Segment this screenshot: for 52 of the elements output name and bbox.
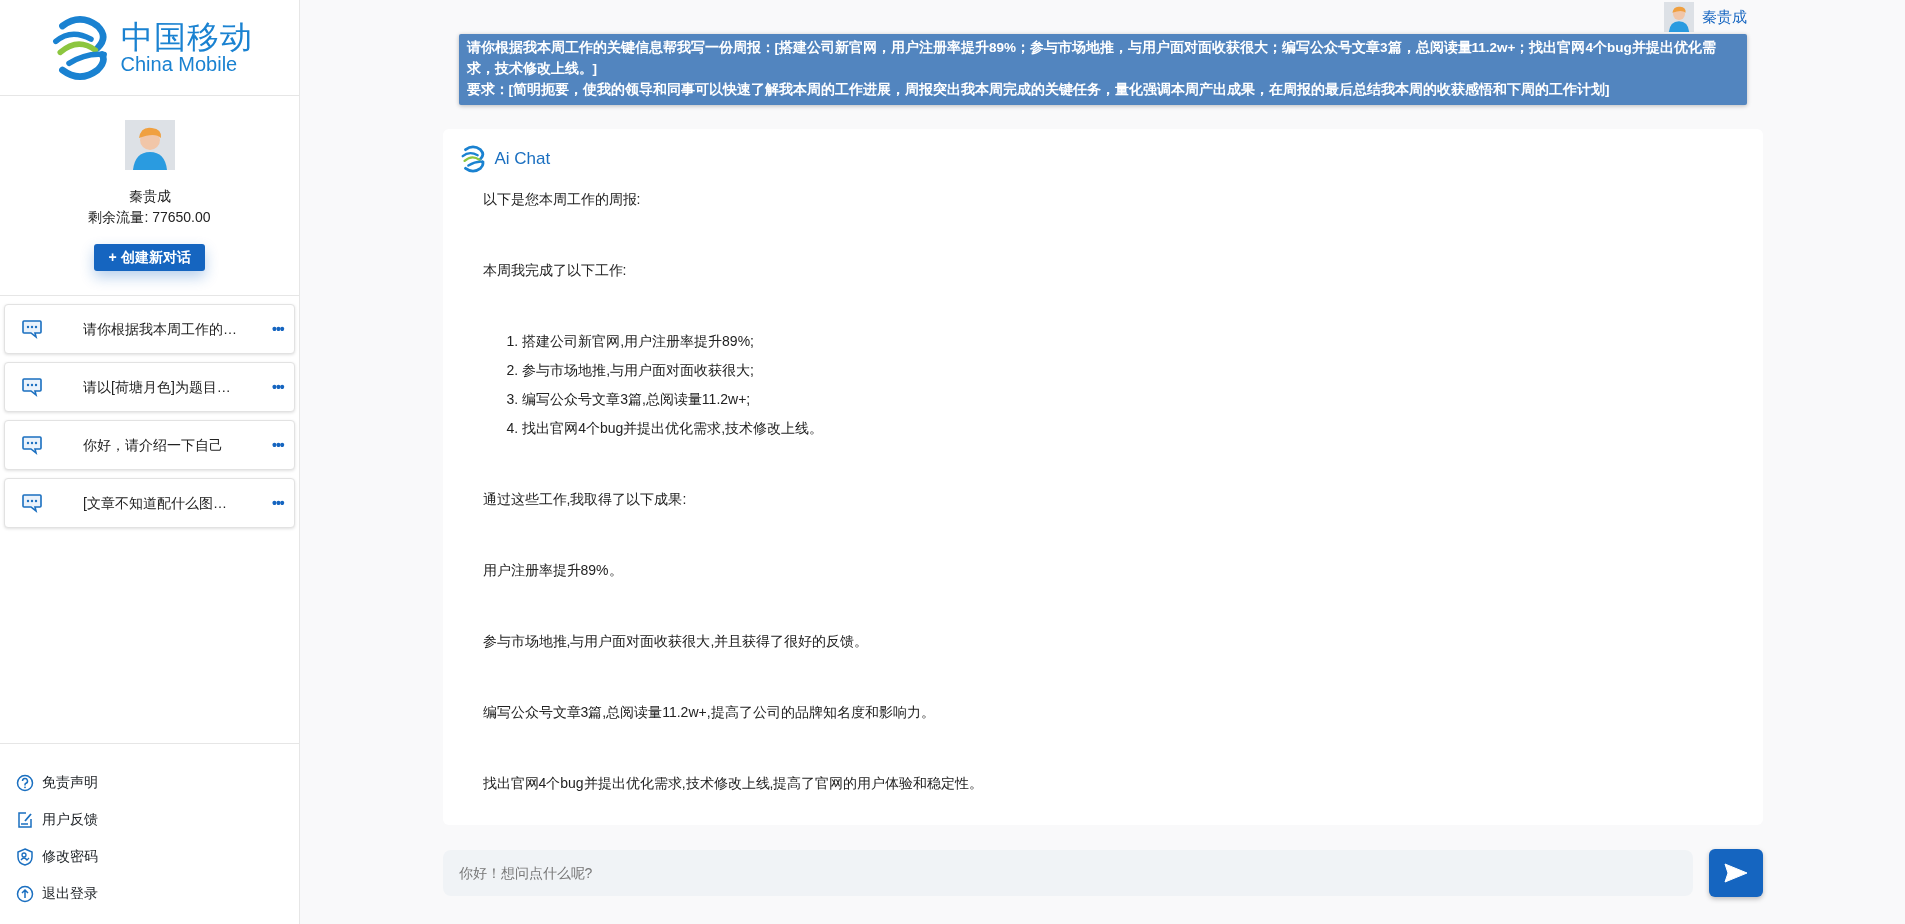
edit-note-icon: [16, 810, 34, 829]
new-chat-button[interactable]: + 创建新对话: [94, 244, 205, 271]
upload-circle-icon: [16, 884, 34, 903]
list-number: 2.: [506, 360, 519, 380]
conversation-title: 你好，请介绍一下自己: [83, 435, 224, 455]
more-menu[interactable]: •••: [272, 434, 284, 456]
footer-link[interactable]: 修改密码: [42, 846, 98, 867]
chat-bubble-icon: [21, 434, 43, 456]
user-name: 秦贵成: [1701, 6, 1747, 27]
reply-paragraph: 用户注册率提升89%。: [482, 560, 624, 580]
sender-name: Ai Chat: [494, 148, 551, 170]
conversation-item[interactable]: 请以[荷塘月色]为题目… •••: [4, 362, 295, 412]
list-number: 3.: [506, 389, 519, 409]
send-icon: [1723, 862, 1748, 883]
more-menu[interactable]: •••: [272, 492, 284, 514]
reply-paragraph: 本周我完成了以下工作:: [482, 260, 628, 280]
user-name: 秦贵成: [128, 187, 171, 206]
list-item: 找出官网4个bug并提出优化需求,技术修改上线。: [522, 418, 824, 438]
reply-paragraph: 通过这些工作,我取得了以下成果:: [482, 489, 688, 509]
chat-bubble-icon: [21, 376, 43, 398]
list-number: 4.: [506, 418, 519, 438]
conversation-title: [文章不知道配什么图…: [83, 493, 228, 513]
quota-text: 剩余流量: 77650.00: [88, 208, 211, 227]
list-item: 参与市场地推,与用户面对面收获很大;: [522, 360, 754, 380]
list-item: 搭建公司新官网,用户注册率提升89%;: [522, 331, 754, 351]
reply-paragraph: 以下是您本周工作的周报:: [482, 189, 642, 209]
chat-bubble-icon: [21, 318, 43, 340]
footer-link[interactable]: 免责声明: [42, 772, 98, 793]
more-menu[interactable]: •••: [272, 318, 284, 340]
user-message: 请你根据我本周工作的关键信息帮我写一份周报：[搭建公司新官网，用户注册率提升89%；参与市场地推，与用户面对面收获很大；编写公众号文章3篇，总阅读量11.2w+；找出官网4个bug并提出优化需求，技术修改上线。] 要求：[简明扼要，使我的领导和同事可以快速了解我本周的工作进展，周报突出我本周完成的关键任务，量化强调本周产出成果，在周报的最后总结我本周的收获感悟和下周的工作计划]: [458, 34, 1747, 105]
conversation-title: 请以[荷塘月色]为题目…: [83, 377, 232, 397]
help-icon: [16, 773, 34, 792]
logo-title: 中国移动: [120, 20, 253, 53]
conversation-title: 请你根据我本周工作的…: [83, 319, 238, 339]
conversation-item[interactable]: [文章不知道配什么图… •••: [4, 478, 295, 528]
list-item: 编写公众号文章3篇,总阅读量11.2w+;: [522, 389, 751, 409]
footer-link[interactable]: 用户反馈: [42, 809, 98, 830]
conversation-item[interactable]: 你好，请介绍一下自己 •••: [4, 420, 295, 470]
footer-link[interactable]: 退出登录: [42, 883, 98, 904]
reply-paragraph: 参与市场地推,与用户面对面收获很大,并且获得了很好的反馈。: [482, 631, 870, 651]
chat-bubble-icon: [21, 492, 43, 514]
avatar-icon: [124, 120, 175, 170]
message-input[interactable]: 你好！想问点什么呢?: [442, 849, 1693, 896]
avatar-icon: [1663, 2, 1694, 32]
conversation-item[interactable]: 请你根据我本周工作的… •••: [4, 304, 295, 354]
list-number: 1.: [506, 331, 519, 351]
reply-paragraph: 编写公众号文章3篇,总阅读量11.2w+,提高了公司的品牌知名度和影响力。: [482, 702, 936, 722]
more-menu[interactable]: •••: [272, 376, 284, 398]
shield-user-icon: [16, 847, 34, 866]
reply-paragraph: 找出官网4个bug并提出优化需求,技术修改上线,提高了官网的用户体验和稳定性。: [482, 773, 985, 793]
send-button[interactable]: [1708, 848, 1763, 897]
logo-subtitle: China Mobile: [120, 52, 239, 75]
